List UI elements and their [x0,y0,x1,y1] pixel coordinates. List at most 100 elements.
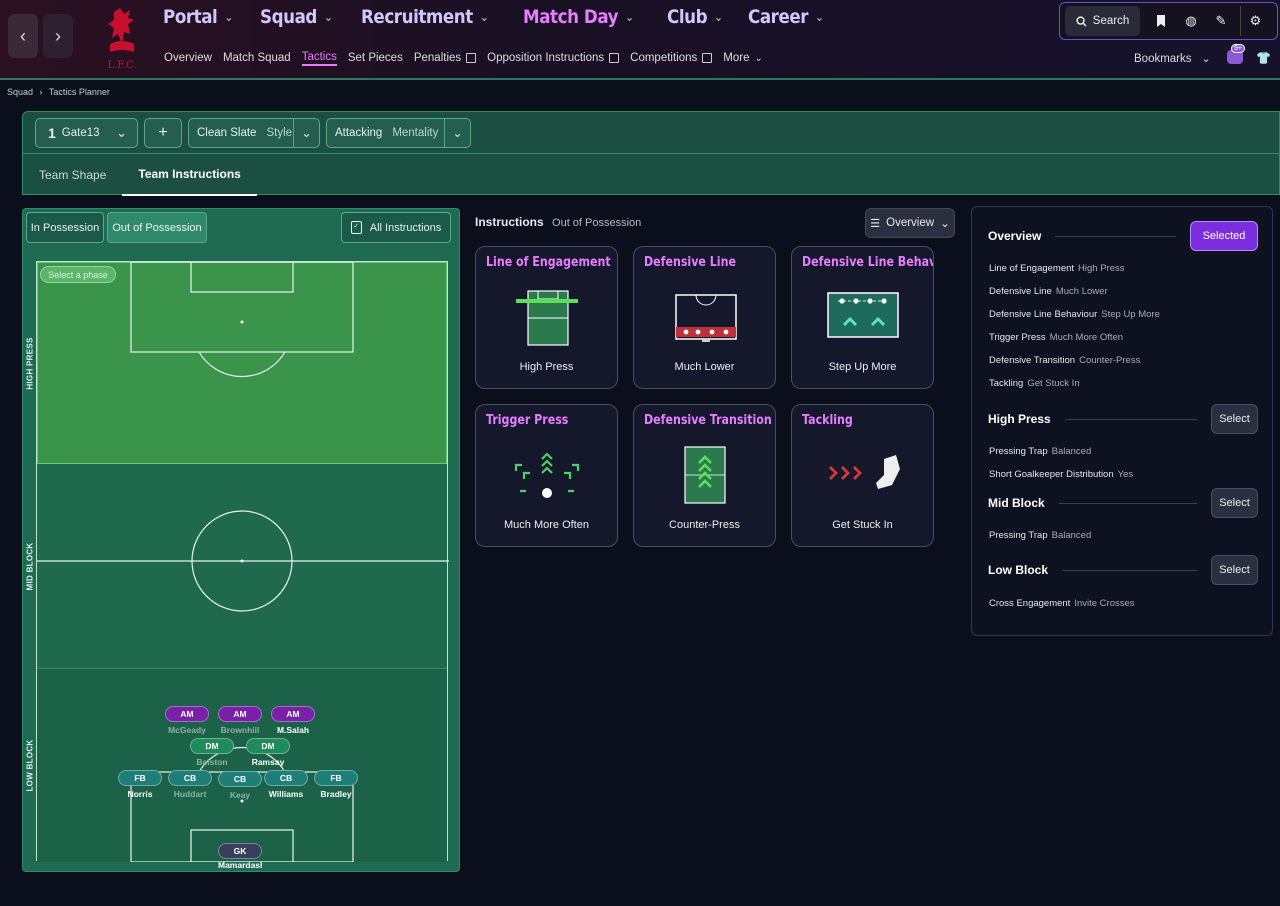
card-defensive-line[interactable]: Defensive Line Much Lower [633,246,776,389]
player-position-chip: AM [218,706,262,722]
mid-block-select-button[interactable]: Select [1211,488,1258,518]
external-link-icon [702,53,713,63]
overview-panel: Overview Selected Line of Engagement High… [971,206,1273,636]
mentality-selector[interactable]: Attacking Mentality ⌄ [326,118,471,148]
player-position-chip: FB [118,770,162,786]
subnav-opposition-instructions[interactable]: Opposition Instructions [487,50,620,66]
subnav-competitions[interactable]: Competitions [630,50,713,66]
gear-icon: ⚙ [1249,13,1262,28]
chevron-right-icon: › [39,87,43,97]
player-token[interactable]: GKMamardashvili [218,843,262,868]
player-name: Ramsay [251,757,285,767]
player-position-chip: DM [190,738,234,754]
nav-club[interactable]: Club ⌄ [667,6,723,28]
kit-button[interactable]: 👕 [1256,51,1271,65]
player-token[interactable]: AM M.Salah [271,706,315,735]
chevron-down-icon: ⌄ [940,218,950,230]
engagement-line-icon [516,290,578,346]
player-position-chip: AM [271,706,315,722]
mid-block-item: Pressing Trap Balanced [989,530,1092,541]
tab-team-shape[interactable]: Team Shape [23,154,122,196]
card-tackling[interactable]: Tackling Get Stuck In [791,404,934,547]
in-possession-toggle[interactable]: In Possession [26,212,104,243]
settings-button[interactable]: ⚙ [1240,6,1270,36]
nav-match-day[interactable]: Match Day ⌄ [523,6,634,28]
globe-button[interactable]: ◍ [1176,6,1206,36]
select-phase-button[interactable]: Select a phase [40,266,116,283]
zone-label-high-press: HIGH PRESS [26,336,35,390]
high-press-select-button[interactable]: Select [1211,404,1258,434]
nav-career[interactable]: Career ⌄ [748,6,824,28]
player-name: Brownhill [220,725,260,735]
subnav-more[interactable]: More ⌄ [723,50,763,66]
card-defensive-transition[interactable]: Defensive Transition Counter-Press [633,404,776,547]
overview-item: Line of Engagement High Press [989,263,1125,274]
player-token[interactable]: FB Norris [118,770,162,799]
card-defensive-line-behaviour[interactable]: Defensive Line Behavio Step Up More [791,246,934,389]
player-position-chip: CB [168,770,212,786]
add-tactic-button[interactable]: + [144,118,182,148]
card-trigger-press[interactable]: Trigger Press Much More Often [475,404,618,547]
player-position-chip: DM [246,738,290,754]
player-token[interactable]: CB Huddart [168,770,212,799]
player-token[interactable]: CB Williams [264,770,308,799]
bookmark-button[interactable] [1146,6,1176,36]
style-label: Style [266,127,293,139]
player-name: M.Salah [276,725,310,735]
breadcrumb: Squad › Tactics Planner [7,87,110,97]
subnav-penalties[interactable]: Penalties [414,50,477,66]
player-position-chip: AM [165,706,209,722]
player-token[interactable]: DM Belston [190,738,234,767]
view-selector[interactable]: ☰ Overview ⌄ [865,208,955,238]
nav-portal[interactable]: Portal ⌄ [163,6,233,28]
overview-selected-button[interactable]: Selected [1190,221,1258,251]
notification-badge: 9+ [1231,44,1245,53]
low-block-select-button[interactable]: Select [1211,555,1258,585]
pencil-icon: ✎ [1215,13,1227,28]
back-button[interactable]: ‹ [8,14,38,58]
inbox-button[interactable]: 9+ [1227,44,1245,64]
player-token[interactable]: DM Ramsay [246,738,290,767]
chevron-down-icon: ⌄ [1201,53,1211,65]
pitch: HIGH PRESS MID BLOCK LOW BLOCK Select a … [26,261,449,868]
nav-squad[interactable]: Squad ⌄ [260,6,333,28]
card-line-of-engagement[interactable]: Line of Engagement High Press [475,246,618,389]
defensive-line-icon [675,294,737,342]
nav-recruitment[interactable]: Recruitment ⌄ [361,6,489,28]
external-link-icon [466,53,477,63]
overview-item: Defensive Line Much Lower [989,286,1108,297]
out-of-possession-toggle[interactable]: Out of Possession [107,212,207,243]
player-name: Mamardashvili [218,860,262,868]
player-name: Bradley [320,789,352,799]
search-button[interactable]: Search [1065,6,1140,36]
bookmarks-menu[interactable]: Bookmarks ⌄ [1134,52,1211,66]
zone-label-low-block: LOW BLOCK [26,738,35,792]
subnav-overview[interactable]: Overview [164,50,212,66]
subnav-tactics[interactable]: Tactics [301,50,337,66]
tactic-name: Gate13 [61,127,100,139]
style-selector[interactable]: Clean Slate Style ⌄ [188,118,320,148]
breadcrumb-squad[interactable]: Squad [7,87,33,97]
external-link-icon [609,53,620,63]
sub-navigation: Overview Match Squad Tactics Set Pieces … [164,50,774,66]
mentality-value: Attacking [335,127,383,139]
low-block-item: Cross Engagement Invite Crosses [989,598,1135,609]
all-instructions-button[interactable]: ✓ All Instructions [341,212,451,243]
player-position-chip: CB [264,770,308,786]
tab-team-instructions[interactable]: Team Instructions [122,154,257,196]
player-token[interactable]: AM Brownhill [218,706,262,735]
club-crest-logo[interactable]: L.F.C. [94,4,150,74]
main-navigation: Portal ⌄ Squad ⌄ Recruitment ⌄ Match Day ⌄ C… [163,6,852,28]
player-token[interactable]: FB Bradley [314,770,358,799]
pitch-panel: In Possession Out of Possession ✓ All In… [22,208,460,872]
high-press-item: Short Goalkeeper Distribution Yes [989,469,1134,480]
forward-button[interactable]: › [43,14,73,58]
subnav-match-squad[interactable]: Match Squad [223,50,291,66]
svg-text:L.F.C.: L.F.C. [108,60,137,71]
edit-button[interactable]: ✎ [1206,6,1236,36]
tactic-selector[interactable]: 1 Gate13 ⌄ [35,118,138,148]
player-name: Huddart [173,789,207,799]
player-token[interactable]: AM McGeady [165,706,209,735]
subnav-set-pieces[interactable]: Set Pieces [348,50,403,66]
player-token[interactable]: CB Keay [218,771,262,800]
